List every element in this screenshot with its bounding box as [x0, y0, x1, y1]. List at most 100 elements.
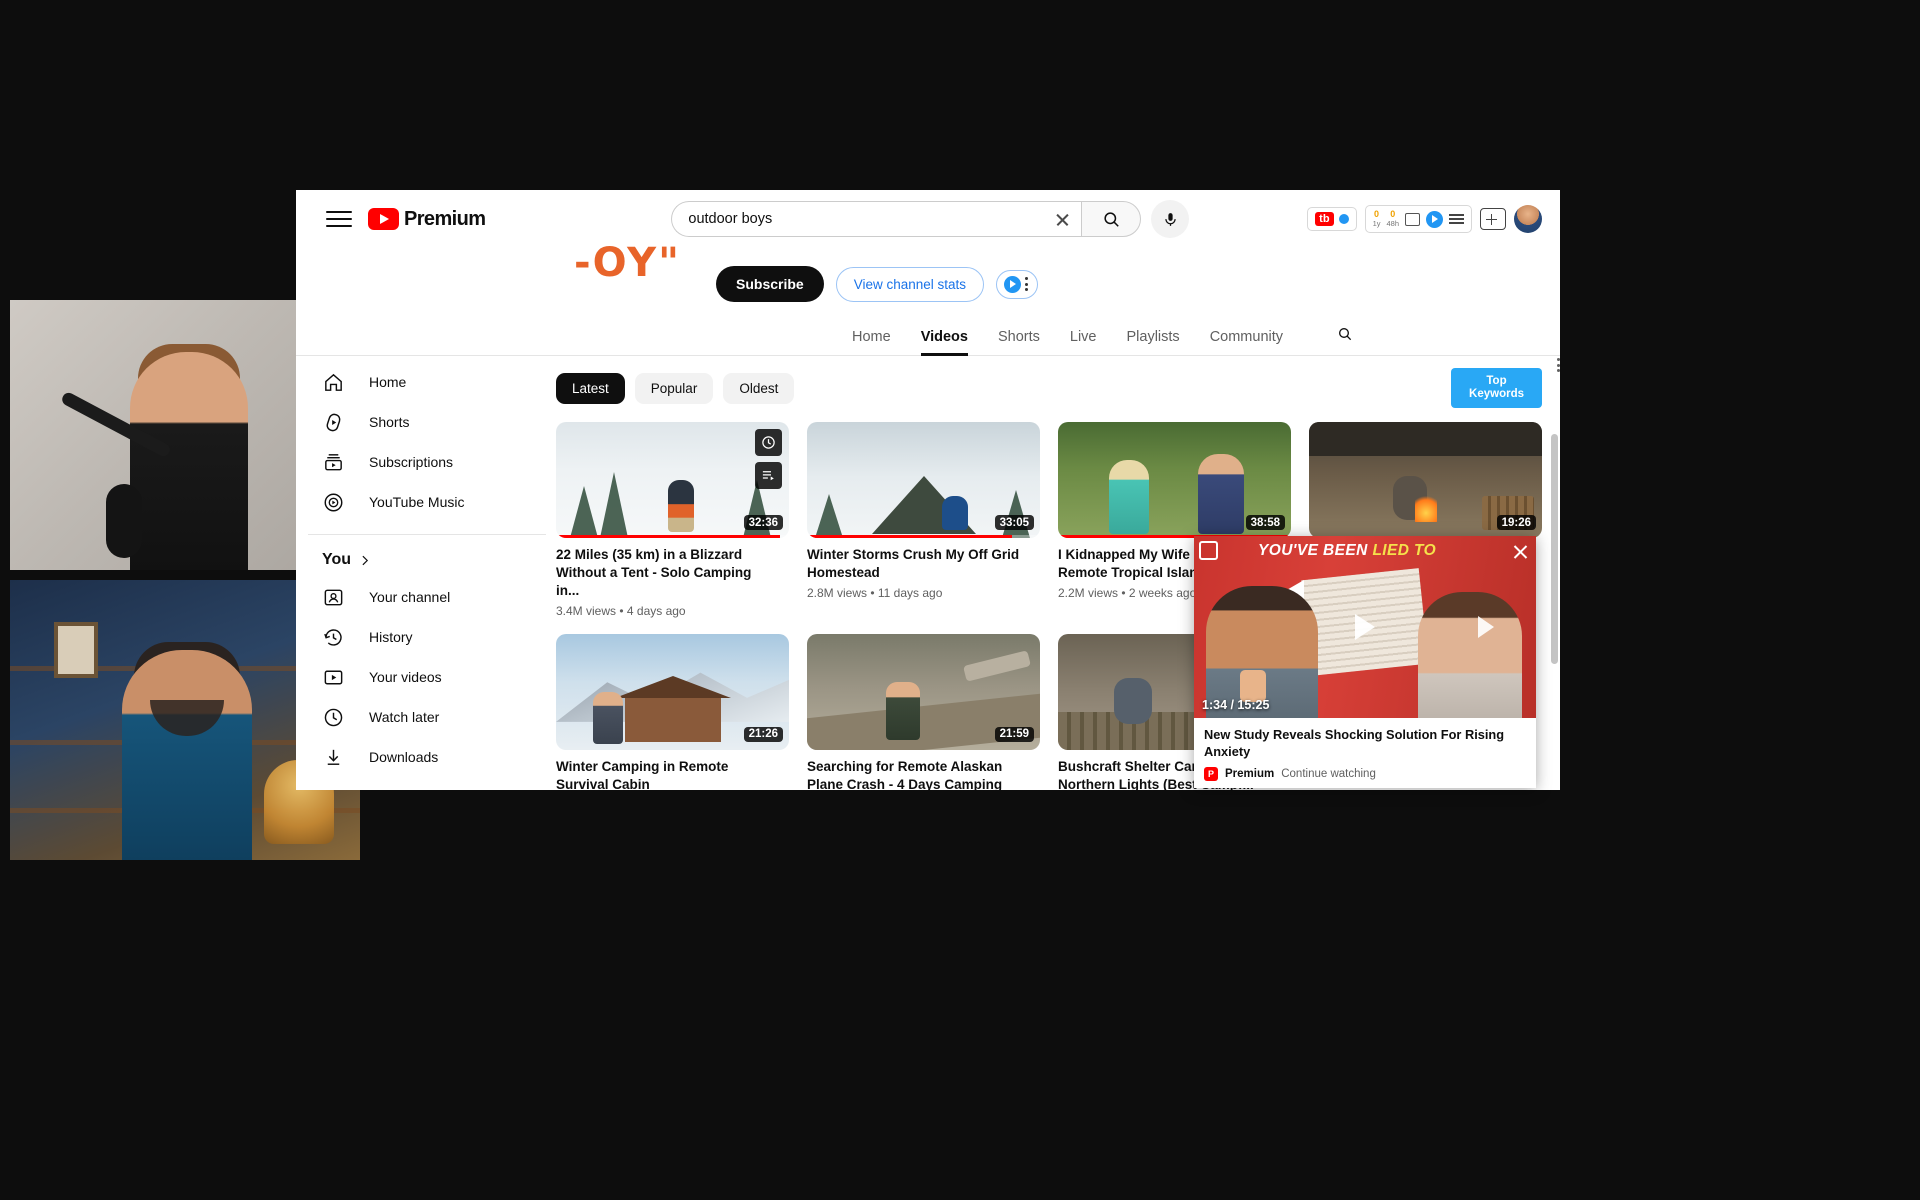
download-icon	[327, 749, 340, 765]
video-title[interactable]: 22 Miles (35 km) in a Blizzard Without a…	[556, 546, 789, 599]
video-thumbnail[interactable]: 38:58	[1058, 422, 1291, 539]
video-card[interactable]: 32:36 22 Miles (35 km) in a Blizzard Wit…	[556, 358, 1560, 618]
extension-play-icon[interactable]	[1426, 210, 1443, 228]
search-icon	[1104, 211, 1119, 227]
search-input[interactable]: outdoor boys	[671, 201, 1082, 237]
filter-chips: Latest Popular Oldest Top Keywords	[556, 368, 1542, 409]
sidebar-item-show-more[interactable]: Show more	[308, 777, 556, 790]
video-thumbnail[interactable]: 21:59	[807, 633, 1040, 750]
picture-frame	[54, 622, 98, 678]
channel-banner-text: -OY"	[574, 240, 681, 286]
kebab-menu-icon[interactable]	[1025, 277, 1029, 291]
view-channel-stats-button[interactable]: View channel stats	[835, 266, 985, 302]
voice-search-button[interactable]	[1151, 200, 1190, 238]
tab-videos[interactable]: Videos	[920, 318, 969, 356]
close-icon[interactable]	[1510, 542, 1530, 562]
watch-later-button[interactable]	[755, 429, 782, 457]
sidebar-item-label: Watch later	[369, 709, 440, 725]
video-card[interactable]: 21:26 Winter Camping in Remote Survival …	[556, 633, 789, 790]
sidebar-item-your-channel[interactable]: Your channel	[308, 577, 556, 617]
chip-oldest[interactable]: Oldest	[723, 372, 795, 404]
extension-stats-group[interactable]: 0 1y 0 48h	[1364, 205, 1472, 233]
create-video-icon[interactable]	[1480, 208, 1506, 230]
chip-popular[interactable]: Popular	[634, 372, 714, 404]
search-icon[interactable]	[1337, 326, 1353, 347]
pip-info: New Study Reveals Shocking Solution For …	[1194, 718, 1536, 782]
sidebar-item-youtube-music[interactable]: YouTube Music	[308, 482, 556, 522]
tab-home[interactable]: Home	[852, 318, 891, 356]
video-thumbnail[interactable]: 32:36	[556, 422, 789, 539]
video-title[interactable]: Searching for Remote Alaskan Plane Crash…	[807, 758, 1040, 790]
video-thumbnail[interactable]: 33:05	[807, 422, 1040, 539]
pip-video-title[interactable]: New Study Reveals Shocking Solution For …	[1204, 727, 1526, 760]
pip-headline: YOU'VE BEEN LIED TO	[1258, 542, 1436, 560]
video-meta: 3.4M views • 4 days ago	[556, 603, 686, 618]
user-avatar[interactable]	[1514, 205, 1542, 233]
tab-community[interactable]: Community	[1210, 318, 1283, 356]
video-menu-icon[interactable]	[1557, 358, 1560, 372]
sidebar-item-label: Subscriptions	[369, 454, 454, 470]
sidebar-divider	[308, 534, 546, 535]
channel-tabs: Home Videos Shorts Live Playlists Commun…	[296, 318, 1560, 356]
history-icon	[324, 628, 342, 646]
top-keywords-button[interactable]: Top Keywords	[1451, 368, 1542, 409]
sidebar-item-subscriptions[interactable]: Subscriptions	[308, 442, 556, 482]
add-to-queue-button[interactable]	[755, 462, 782, 490]
video-card[interactable]: 21:59 Searching for Remote Alaskan Plane…	[807, 633, 1040, 790]
queue-icon	[762, 471, 774, 481]
play-icon[interactable]	[1478, 616, 1494, 638]
you-label: You	[322, 551, 352, 568]
pip-headline-a: YOU'VE BEEN	[1258, 542, 1373, 559]
chart-icon[interactable]	[1405, 212, 1420, 226]
scrollbar-thumb[interactable]	[1551, 434, 1558, 664]
picture-in-picture-player[interactable]: YOU'VE BEEN LIED TO 1:34 / 15:25 New Stu…	[1194, 536, 1536, 788]
premium-label: Premium	[1225, 768, 1275, 781]
pip-subline: P Premium Continue watching	[1204, 767, 1526, 782]
cabin	[614, 675, 731, 742]
sidebar-item-home[interactable]: Home	[308, 362, 556, 402]
sidebar-you-header[interactable]: You	[308, 547, 556, 577]
extension-status-dot	[1338, 214, 1349, 224]
subscribe-button[interactable]: Subscribe	[716, 266, 824, 302]
list-icon[interactable]	[1449, 214, 1464, 224]
video-meta: 2.8M views • 11 days ago	[807, 586, 943, 601]
sidebar-item-history[interactable]: History	[308, 617, 556, 657]
video-title[interactable]: Winter Camping in Remote Survival Cabin	[556, 758, 789, 790]
video-thumbnail[interactable]: 19:26	[1309, 422, 1542, 539]
video-card[interactable]: 33:05 Winter Storms Crush My Off Grid Ho…	[807, 422, 1040, 617]
sidebar-item-label: History	[369, 629, 413, 645]
stat-1y: 0 1y	[1373, 209, 1381, 227]
sidebar-item-watch-later[interactable]: Watch later	[308, 697, 556, 737]
sidebar-item-label: Shorts	[369, 414, 410, 430]
tab-playlists[interactable]: Playlists	[1127, 318, 1180, 356]
sidebar-item-label: Downloads	[369, 749, 439, 765]
pip-headline-b: LIED TO	[1372, 542, 1437, 559]
sidebar-item-label: YouTube Music	[369, 494, 465, 510]
sidebar-item-downloads[interactable]: Downloads	[308, 737, 556, 777]
sidebar-item-your-videos[interactable]: Your videos	[308, 657, 556, 697]
page-scrollbar[interactable]	[1551, 420, 1558, 790]
sidebar-item-shorts[interactable]: Shorts	[308, 402, 556, 442]
search-button[interactable]	[1081, 201, 1142, 237]
close-icon[interactable]	[1049, 206, 1075, 232]
video-thumbnail[interactable]: 21:26	[556, 633, 789, 750]
stat-48h: 0 48h	[1386, 209, 1399, 227]
video-duration: 21:59	[994, 726, 1034, 742]
chevron-right-icon	[362, 555, 369, 565]
video-title[interactable]: Winter Storms Crush My Off Grid Homestea…	[807, 546, 1040, 582]
youtube-play-icon	[368, 208, 399, 230]
tab-live[interactable]: Live	[1070, 318, 1097, 356]
hamburger-icon[interactable]	[326, 206, 352, 232]
expand-icon[interactable]	[1199, 541, 1218, 560]
tab-shorts[interactable]: Shorts	[998, 318, 1040, 356]
extension-channel-menu[interactable]	[996, 269, 1039, 299]
youtube-premium-logo[interactable]: Premium	[368, 208, 486, 231]
play-icon[interactable]	[1355, 614, 1375, 640]
pip-video-area[interactable]: YOU'VE BEEN LIED TO 1:34 / 15:25	[1194, 536, 1536, 718]
tubebuddy-extension-button[interactable]: tb	[1307, 207, 1357, 231]
home-icon	[325, 373, 342, 391]
youtube-music-icon	[324, 493, 343, 511]
person-right	[1418, 592, 1522, 718]
sidebar-item-label: Home	[369, 374, 407, 390]
chip-latest[interactable]: Latest	[556, 372, 625, 404]
